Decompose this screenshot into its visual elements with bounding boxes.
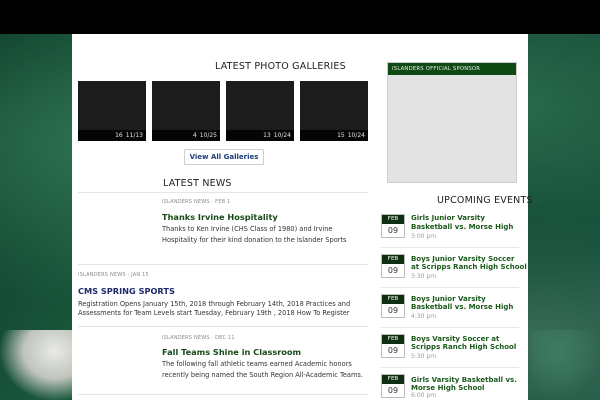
news-excerpt-line: Assessments for Team Levels start Tuesda… [78,309,350,317]
event-day: 09 [387,266,399,275]
gallery-date: 10/24 [347,132,365,139]
top-bar [0,0,600,34]
event-title-line[interactable]: Girls Junior Varsity [411,214,485,223]
event-date-badge: FEB 09 [381,254,405,278]
news-divider [78,264,368,265]
gallery-date: 10/25 [199,132,217,139]
gallery-caption: 4 10/25 [152,130,220,141]
background-player-left [0,330,78,400]
news-headline[interactable]: Fall Teams Shine in Classroom [162,347,301,357]
news-headline[interactable]: Thanks Irvine Hospitality [162,212,278,222]
gallery-thumb[interactable]: 16 11/13 [78,81,146,141]
event-day: 09 [387,346,399,355]
event-month: FEB [382,255,404,264]
background-player-right [532,330,600,400]
news-divider [78,394,368,395]
event-time: 3:00 pm [411,233,437,240]
event-title-line[interactable]: Scripps Ranch High School [411,343,516,352]
news-divider [78,326,368,327]
event-day: 09 [387,386,399,395]
news-excerpt-line: Thanks to Ken Irvine (CHS Class of 1980)… [162,225,333,233]
event-divider [381,367,519,368]
gallery-thumb[interactable]: 4 10/25 [152,81,220,141]
gallery-caption: 13 10/24 [226,130,294,141]
news-excerpt-line: The following fall athletic teams earned… [162,360,352,368]
event-month: FEB [382,335,404,344]
event-title-line[interactable]: at Scripps Ranch High School [411,263,527,272]
event-divider [381,327,519,328]
gallery-date: 11/13 [125,132,143,139]
sponsor-label: ISLANDERS OFFICIAL SPONSOR [388,63,516,75]
gallery-caption: 16 11/13 [78,130,146,141]
gallery-count: 16 [115,132,123,139]
events-title: UPCOMING EVENTS [437,195,533,206]
news-meta: ISLANDERS NEWS · DEC 11 [162,335,235,341]
event-day: 09 [387,226,399,235]
event-divider [381,247,519,248]
gallery-caption: 15 10/24 [300,130,368,141]
event-title-line[interactable]: Basketball vs. Morse High [411,303,513,312]
galleries-title: LATEST PHOTO GALLERIES [215,61,346,72]
news-divider [78,192,368,193]
content-panel: LATEST PHOTO GALLERIES 16 11/13 4 10/25 … [72,34,533,400]
event-time: 3:30 pm [411,273,437,280]
news-meta: ISLANDERS NEWS · FEB 1 [162,199,231,205]
event-date-badge: FEB 09 [381,294,405,318]
event-time: 4:30 pm [411,313,437,320]
gallery-date: 10/24 [273,132,291,139]
event-date-badge: FEB 09 [381,214,405,238]
event-date-badge: FEB 09 [381,374,405,398]
event-time: 5:30 pm [411,353,437,360]
view-all-galleries-button[interactable]: View All Galleries [184,149,264,165]
news-headline[interactable]: CMS SPRING SPORTS [78,286,175,296]
gallery-thumb[interactable]: 15 10/24 [300,81,368,141]
event-date-badge: FEB 09 [381,334,405,358]
event-title-line[interactable]: Basketball vs. Morse High [411,223,513,232]
sponsor-box[interactable]: ISLANDERS OFFICIAL SPONSOR [387,62,517,183]
event-day: 09 [387,306,399,315]
news-title: LATEST NEWS [163,178,232,189]
event-divider [381,287,519,288]
event-month: FEB [382,295,404,304]
gallery-count: 15 [337,132,345,139]
gallery-count: 4 [192,132,197,139]
news-excerpt-line: recently being named the South Region Al… [162,371,363,379]
event-time: 6:00 pm [411,392,437,399]
news-excerpt-line: Hospitality for their kind donation to t… [162,236,347,244]
event-month: FEB [382,215,404,224]
news-meta: ISLANDERS NEWS · JAN 15 [78,272,149,278]
gallery-thumb[interactable]: 13 10/24 [226,81,294,141]
event-month: FEB [382,375,404,384]
gallery-count: 13 [263,132,271,139]
